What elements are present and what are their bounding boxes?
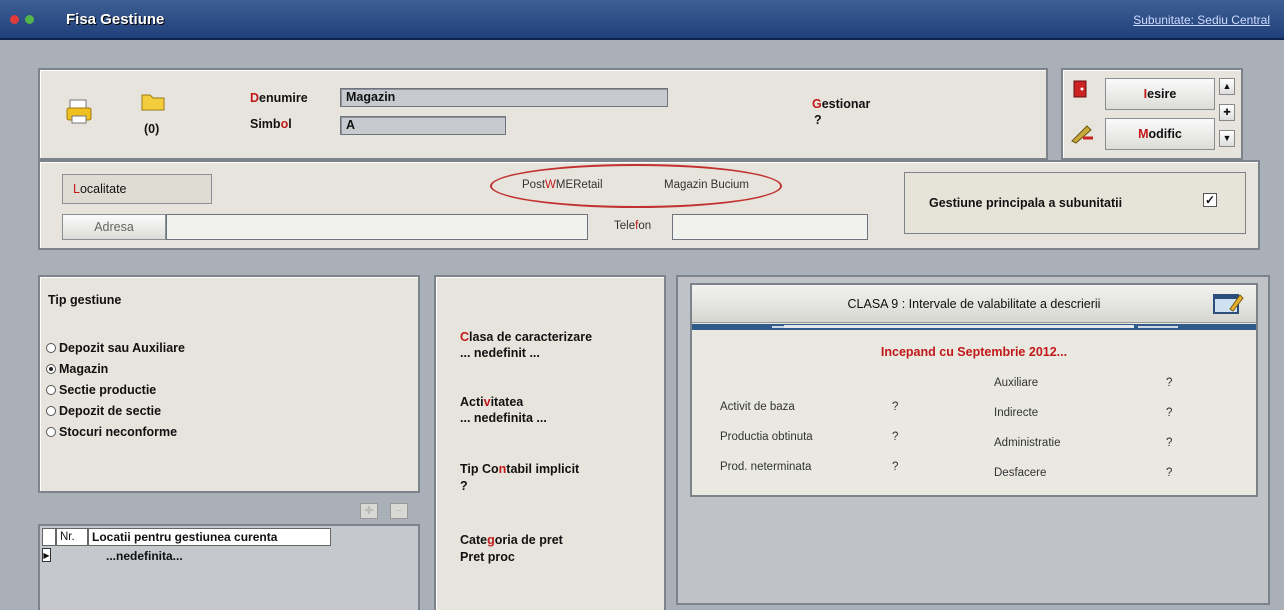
denumire-field[interactable]: Magazin — [340, 88, 668, 107]
actions-panel: Iesire Modific ▲ ✚ ▼ — [1061, 68, 1243, 160]
add-location-icon[interactable]: ✚ — [360, 503, 378, 519]
gestionar-value[interactable]: ? — [814, 113, 822, 127]
auxiliare-label: Auxiliare — [994, 377, 1039, 389]
radio-depozit-auxiliare[interactable]: Depozit sau Auxiliare — [46, 341, 185, 355]
denumire-label-rest: enumire — [259, 91, 308, 105]
desfacere-value[interactable]: ? — [1166, 467, 1172, 479]
activitatea-value[interactable]: ... nedefinita ... — [460, 411, 547, 425]
radio-circle-icon[interactable] — [46, 427, 56, 437]
header-panel: (0) Denumire Magazin Simbol A Gestionar … — [38, 68, 1048, 160]
edit-pen-icon — [1069, 122, 1095, 144]
prod-neterminata-value[interactable]: ? — [892, 461, 898, 473]
radio-label: Magazin — [59, 362, 109, 376]
subunit-link[interactable]: Subunitate: Sediu Central — [1133, 13, 1270, 27]
denumire-label: Denumire — [250, 91, 308, 105]
radio-label: Sectie productie — [59, 383, 157, 397]
arrow-down-icon[interactable]: ▼ — [1219, 130, 1235, 147]
close-dot-icon[interactable] — [10, 15, 19, 24]
simbol-label: Simbol — [250, 117, 292, 131]
arrow-up-icon[interactable]: ▲ — [1219, 78, 1235, 95]
exit-button[interactable]: Iesire — [1105, 78, 1215, 110]
app-name: PostWMERetail — [522, 179, 603, 191]
clasa9-title: CLASA 9 : Intervale de valabilitate a de… — [847, 297, 1101, 311]
clasa9-header: CLASA 9 : Intervale de valabilitate a de… — [692, 285, 1256, 323]
indirecte-value[interactable]: ? — [1166, 407, 1172, 419]
administratie-value[interactable]: ? — [1166, 437, 1172, 449]
prod-neterminata-label: Prod. neterminata — [720, 461, 812, 473]
exit-door-icon — [1073, 80, 1087, 98]
edit-notepad-icon[interactable] — [1212, 289, 1244, 317]
activit-baza-value[interactable]: ? — [892, 401, 898, 413]
locations-table: Nr. Locatii pentru gestiunea curenta ▶ .… — [38, 524, 420, 610]
radio-circle-icon[interactable] — [46, 385, 56, 395]
radio-checked-icon[interactable] — [46, 364, 56, 374]
principal-checkbox[interactable]: ✓ — [1203, 193, 1217, 207]
categoria-value[interactable]: Pret proc — [460, 550, 515, 564]
desfacere-label: Desfacere — [994, 467, 1047, 479]
adresa-field[interactable] — [166, 214, 588, 240]
attachment-count: (0) — [144, 122, 160, 136]
productia-obtinuta-label: Productia obtinuta — [720, 431, 813, 443]
adresa-button[interactable]: Adresa — [62, 214, 166, 240]
remove-location-icon[interactable]: − — [390, 503, 408, 519]
column-nr[interactable]: Nr. — [56, 528, 88, 546]
activit-baza-label: Activit de baza — [720, 401, 795, 413]
printer-icon[interactable] — [64, 96, 94, 126]
location-panel: Localitate Adresa PostWMERetail Magazin … — [38, 160, 1260, 250]
folder-icon[interactable] — [140, 90, 166, 112]
plus-icon[interactable]: ✚ — [1219, 104, 1235, 121]
clasa-value[interactable]: ... nedefinit ... — [460, 346, 540, 360]
principal-label: Gestiune principala a subunitatii — [929, 196, 1123, 210]
row-selector-header — [42, 528, 56, 546]
radio-depozit-sectie[interactable]: Depozit de sectie — [46, 404, 161, 418]
row-pointer-icon: ▶ — [42, 548, 51, 562]
clasa-label: Clasa de caracterizare — [460, 330, 593, 344]
tip-contabil-label: Tip Contabil implicit — [460, 462, 580, 476]
principal-box: Gestiune principala a subunitatii ✓ — [904, 172, 1246, 234]
clasa9-strip — [692, 324, 1256, 330]
categoria-label: Categoria de pret — [460, 533, 563, 547]
radio-label: Depozit de sectie — [59, 404, 162, 418]
attributes-panel: Clasa de caracterizare ... nedefinit ...… — [434, 275, 666, 610]
auxiliare-value[interactable]: ? — [1166, 377, 1172, 389]
window-title: Fisa Gestiune — [66, 11, 165, 28]
shop-name: Magazin Bucium — [664, 179, 750, 191]
telefon-field[interactable] — [672, 214, 868, 240]
radio-circle-icon[interactable] — [46, 406, 56, 416]
column-locatii[interactable]: Locatii pentru gestiunea curenta — [88, 528, 331, 546]
administratie-label: Administratie — [994, 437, 1061, 449]
title-bar: Fisa Gestiune Subunitate: Sediu Central — [0, 0, 1284, 40]
radio-magazin[interactable]: Magazin — [46, 362, 108, 376]
clasa9-period: Incepand cu Septembrie 2012... — [880, 345, 1068, 359]
table-row[interactable]: ...nedefinita... — [106, 549, 183, 563]
productia-obtinuta-value[interactable]: ? — [892, 431, 898, 443]
modify-button[interactable]: Modific — [1105, 118, 1215, 150]
tip-contabil-value[interactable]: ? — [460, 479, 468, 493]
gestionar-label: Gestionar — [812, 97, 871, 111]
localitate-button[interactable]: Localitate — [62, 174, 212, 204]
telefon-label: Telefon — [614, 220, 652, 232]
clasa9-panel: CLASA 9 : Intervale de valabilitate a de… — [690, 283, 1258, 497]
radio-sectie-productie[interactable]: Sectie productie — [46, 383, 156, 397]
indirecte-label: Indirecte — [994, 407, 1039, 419]
radio-circle-icon[interactable] — [46, 343, 56, 353]
radio-stocuri-neconforme[interactable]: Stocuri neconforme — [46, 425, 177, 439]
radio-label: Stocuri neconforme — [59, 425, 178, 439]
activitatea-label: Activitatea — [460, 395, 524, 409]
radio-label: Depozit sau Auxiliare — [59, 341, 185, 355]
clasa9-outer-panel: CLASA 9 : Intervale de valabilitate a de… — [676, 275, 1270, 605]
simbol-field[interactable]: A — [340, 116, 506, 135]
tip-gestiune-title: Tip gestiune — [48, 293, 122, 307]
maximize-dot-icon[interactable] — [25, 15, 34, 24]
